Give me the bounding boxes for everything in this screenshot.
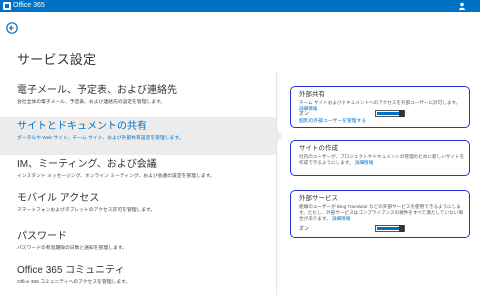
settings-nav: 電子メール、予定表、および連絡先 会社全体の電子メール、予定表、および連絡先の設…: [0, 81, 282, 295]
nav-item-desc: インスタント メッセージング、オンライン ミーティング、および会議の設定を管理し…: [17, 174, 215, 179]
external-services-toggle[interactable]: [375, 225, 405, 232]
toggle-fill: [377, 112, 400, 115]
manage-external-users-link[interactable]: 個別の外部ユーザーを管理する: [299, 119, 366, 125]
nav-item-desc: スマートフォンおよびタブレットのアクセス許可を管理します。: [17, 208, 156, 213]
external-sharing-panel: 外部共有 チーム サイトおよびドキュメントへのアクセスを外部ユーザーに許可します…: [290, 86, 470, 128]
page-title: サービス設定: [17, 52, 97, 67]
panel-desc: 組織のユーザーが Bing Translator などの外部サービスを使用できる…: [299, 204, 465, 222]
app-header: Office 365: [0, 0, 480, 12]
nav-item-sites-document-sharing[interactable]: サイトとドキュメントの共有 ポータルや Web サイト、チーム サイト、および外…: [0, 117, 282, 155]
nav-item-desc: パスワードの有効期限の日数と通知を管理します。: [17, 246, 127, 251]
panel-desc-text: 組織のユーザーが Bing Translator などの外部サービスを使用できる…: [299, 204, 463, 221]
panel-title: 外部共有: [299, 91, 325, 98]
nav-item-password[interactable]: パスワード パスワードの有効期限の日数と通知を管理します。: [0, 227, 276, 265]
toggle-fill: [377, 227, 400, 230]
nav-item-label: パスワード: [17, 231, 67, 242]
nav-item-label: IM、ミーティング、および会議: [17, 159, 157, 170]
back-button[interactable]: [6, 22, 18, 34]
toggle-state-label: オン: [299, 111, 310, 117]
nav-item-desc: 会社全体の電子メール、予定表、および連絡先の設定を管理します。: [17, 100, 166, 105]
app-title[interactable]: Office 365: [13, 1, 45, 11]
nav-item-im-meetings[interactable]: IM、ミーティング、および会議 インスタント メッセージング、オンライン ミーテ…: [0, 155, 276, 193]
site-creation-panel: サイトの作成 社内のユーザーが、プロジェクトやドキュメントの管理のために新しいサ…: [290, 140, 470, 176]
user-icon[interactable]: [458, 2, 466, 10]
learn-more-link[interactable]: 詳細情報: [332, 216, 350, 221]
panel-desc: 社内のユーザーが、プロジェクトやドキュメントの管理のために新しいサイトを作成でき…: [299, 154, 465, 166]
nav-item-label: 電子メール、予定表、および連絡先: [17, 85, 177, 96]
nav-item-office365-community[interactable]: Office 365 コミュニティ Office 365 コミュニティへのアクセ…: [0, 261, 276, 295]
nav-item-label: モバイル アクセス: [17, 193, 100, 204]
nav-item-mail-calendar-contacts[interactable]: 電子メール、予定表、および連絡先 会社全体の電子メール、予定表、および連絡先の設…: [0, 81, 276, 119]
external-sharing-toggle[interactable]: [375, 110, 405, 117]
panel-title: サイトの作成: [299, 145, 338, 152]
learn-more-link[interactable]: 詳細情報: [355, 160, 373, 165]
nav-item-mobile-access[interactable]: モバイル アクセス スマートフォンおよびタブレットのアクセス許可を管理します。: [0, 189, 276, 227]
nav-item-label: サイトとドキュメントの共有: [17, 121, 147, 132]
external-services-panel: 外部サービス 組織のユーザーが Bing Translator などの外部サービ…: [290, 190, 470, 238]
office-logo-icon[interactable]: [3, 2, 11, 10]
toggle-state-label: オン: [299, 226, 310, 232]
nav-item-desc: ポータルや Web サイト、チーム サイト、および外部共有設定を管理します。: [17, 136, 184, 141]
nav-item-desc: Office 365 コミュニティへのアクセスを管理します。: [17, 280, 131, 285]
nav-item-label: Office 365 コミュニティ: [17, 265, 125, 276]
panel-desc-text: チーム サイトおよびドキュメントへのアクセスを外部ユーザーに許可します。: [299, 100, 461, 105]
panel-title: 外部サービス: [299, 195, 338, 202]
toggle-knob: [399, 225, 404, 232]
panel-desc-text: 社内のユーザーが、プロジェクトやドキュメントの管理のために新しいサイトを作成でき…: [299, 154, 465, 165]
toggle-knob: [399, 110, 404, 117]
pane-divider: [276, 72, 277, 295]
